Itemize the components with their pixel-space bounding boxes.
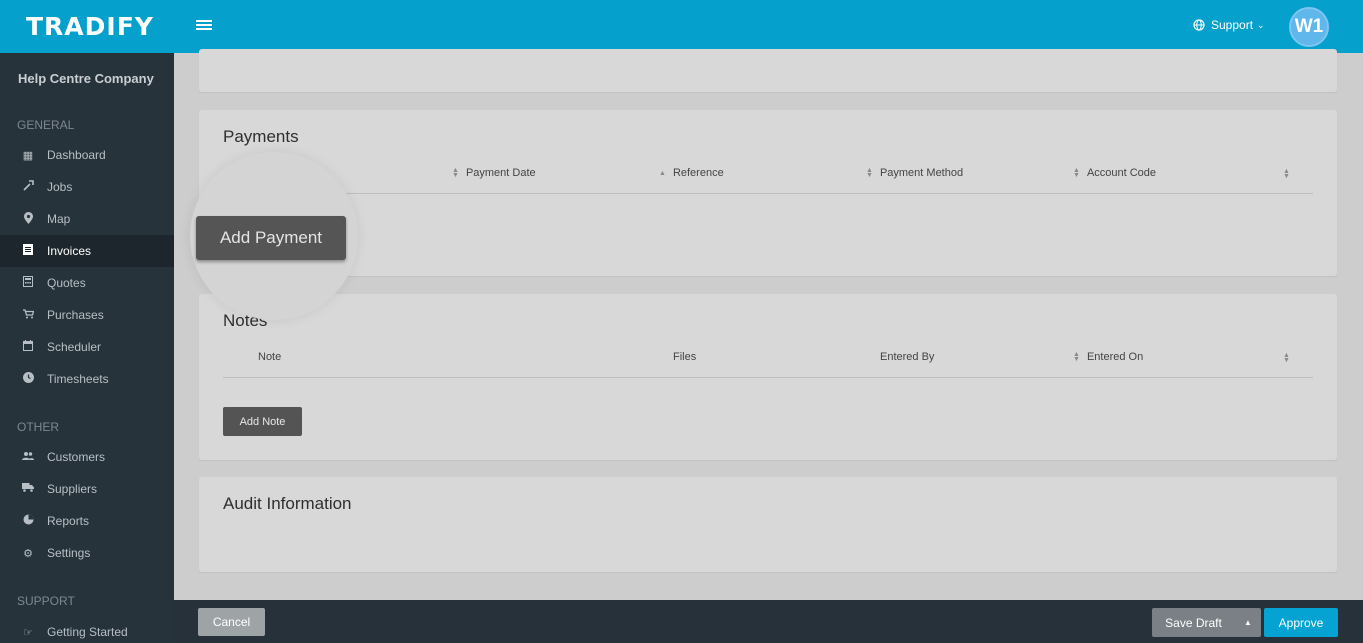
sidebar-item-timesheets[interactable]: Timesheets bbox=[0, 363, 174, 395]
sort-icon: ▲ ▼ bbox=[866, 167, 873, 179]
pie-chart-icon bbox=[22, 514, 34, 528]
caret-up-icon[interactable]: ▲ bbox=[1235, 608, 1261, 637]
chevron-down-icon: ⌄ bbox=[1257, 19, 1265, 30]
sidebar-item-getting-started[interactable]: ☞ Getting Started bbox=[0, 616, 174, 643]
sidebar-item-purchases[interactable]: Purchases bbox=[0, 299, 174, 331]
sidebar-item-map[interactable]: Map bbox=[0, 203, 174, 235]
audit-information-card: Audit Information bbox=[199, 477, 1337, 572]
sort-icon: ▲ ▼ bbox=[452, 167, 459, 179]
sidebar-item-label: Quotes bbox=[47, 276, 86, 290]
sidebar-item-label: Customers bbox=[47, 450, 106, 464]
section-label-general: GENERAL bbox=[17, 118, 75, 132]
sort-icon[interactable]: ▲ ▼ bbox=[1283, 352, 1290, 364]
wrench-icon bbox=[22, 180, 34, 194]
invoice-icon bbox=[22, 244, 34, 258]
truck-icon bbox=[22, 483, 34, 495]
sort-ascending-icon: ▲ bbox=[659, 169, 666, 177]
sidebar-item-label: Timesheets bbox=[47, 372, 109, 386]
sidebar-item-label: Purchases bbox=[47, 308, 104, 322]
sidebar-item-reports[interactable]: Reports bbox=[0, 505, 174, 537]
sidebar-item-label: Getting Started bbox=[47, 625, 128, 639]
column-payment-date[interactable]: ▲ ▼ Payment Date bbox=[452, 167, 536, 179]
sidebar-item-label: Dashboard bbox=[47, 148, 106, 162]
support-menu[interactable]: Support ⌄ bbox=[1193, 18, 1265, 32]
sidebar-item-quotes[interactable]: Quotes bbox=[0, 267, 174, 299]
sort-icon: ▲ ▼ bbox=[1073, 167, 1080, 179]
sidebar-item-settings[interactable]: ⚙ Settings bbox=[0, 537, 174, 569]
save-draft-label: Save Draft bbox=[1165, 615, 1222, 630]
sort-icon[interactable]: ▲ ▼ bbox=[1283, 168, 1290, 180]
map-marker-icon bbox=[22, 211, 34, 227]
sidebar-item-customers[interactable]: Customers bbox=[0, 441, 174, 473]
payments-card: Payments ▲ ▼ Payment Date ▲ Reference ▲ ▼ … bbox=[199, 110, 1337, 276]
sidebar-item-label: Reports bbox=[47, 514, 90, 528]
sidebar-item-scheduler[interactable]: Scheduler bbox=[0, 331, 174, 363]
previous-section-card bbox=[199, 49, 1337, 92]
main-content: Payments ▲ ▼ Payment Date ▲ Reference ▲ ▼ … bbox=[174, 49, 1363, 600]
sidebar-item-label: Jobs bbox=[47, 180, 73, 194]
sidebar-item-label: Invoices bbox=[47, 244, 92, 258]
add-payment-button[interactable]: Add Payment bbox=[196, 216, 346, 260]
column-entered-by[interactable]: Entered By bbox=[880, 351, 934, 363]
sidebar: Help Centre Company GENERAL ▦ Dashboard … bbox=[0, 53, 174, 643]
hamburger-menu-icon[interactable] bbox=[196, 18, 212, 34]
save-draft-button[interactable]: Save Draft ▲ bbox=[1152, 608, 1261, 637]
cancel-button[interactable]: Cancel bbox=[198, 608, 265, 636]
add-note-button[interactable]: Add Note bbox=[223, 407, 302, 436]
sidebar-item-label: Map bbox=[47, 212, 71, 226]
notes-card: Notes Note Files Entered By ▲ ▼ Entered O… bbox=[199, 294, 1337, 460]
footer-bar: Cancel Save Draft ▲ Approve bbox=[174, 600, 1363, 643]
column-files[interactable]: Files bbox=[673, 351, 696, 363]
calculator-icon bbox=[22, 276, 34, 290]
cart-icon bbox=[22, 308, 34, 322]
clock-icon bbox=[22, 372, 34, 386]
column-payment-method[interactable]: ▲ ▼ Payment Method bbox=[866, 167, 963, 179]
column-note[interactable]: Note bbox=[258, 351, 281, 363]
company-name: Help Centre Company bbox=[18, 71, 154, 86]
gear-icon: ⚙ bbox=[23, 547, 33, 560]
column-account-code[interactable]: ▲ ▼ Account Code bbox=[1073, 167, 1156, 179]
sidebar-item-label: Scheduler bbox=[47, 340, 102, 354]
table-divider bbox=[223, 193, 1313, 194]
sidebar-item-suppliers[interactable]: Suppliers bbox=[0, 473, 174, 505]
sidebar-item-invoices[interactable]: Invoices bbox=[0, 235, 174, 267]
column-entered-on[interactable]: ▲ ▼ Entered On bbox=[1073, 351, 1143, 363]
table-divider bbox=[223, 377, 1313, 378]
section-label-support: SUPPORT bbox=[17, 594, 75, 608]
top-bar: TRADIFY Support ⌄ W1 bbox=[0, 0, 1363, 53]
approve-button[interactable]: Approve bbox=[1264, 608, 1338, 637]
payments-title: Payments bbox=[223, 127, 299, 146]
sidebar-item-label: Settings bbox=[47, 546, 91, 560]
sort-icon: ▲ ▼ bbox=[1073, 351, 1080, 363]
calendar-icon bbox=[22, 340, 34, 354]
users-icon bbox=[22, 451, 34, 464]
avatar[interactable]: W1 bbox=[1289, 7, 1329, 47]
column-reference[interactable]: ▲ Reference bbox=[659, 167, 724, 179]
sidebar-item-label: Suppliers bbox=[47, 482, 98, 496]
sidebar-item-dashboard[interactable]: ▦ Dashboard bbox=[0, 139, 174, 171]
dashboard-icon: ▦ bbox=[22, 149, 34, 162]
audit-information-title: Audit Information bbox=[223, 494, 352, 513]
support-label: Support bbox=[1211, 18, 1254, 32]
sidebar-item-jobs[interactable]: Jobs bbox=[0, 171, 174, 203]
section-label-other: OTHER bbox=[17, 420, 59, 434]
globe-icon bbox=[1193, 19, 1205, 31]
pointer-icon: ☞ bbox=[23, 626, 33, 639]
tradify-logo[interactable]: TRADIFY bbox=[26, 12, 154, 41]
